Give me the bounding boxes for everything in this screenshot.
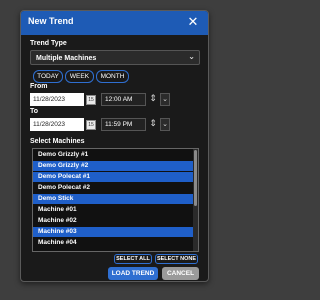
from-time-input[interactable]: 12:00 AM — [101, 93, 146, 106]
list-item[interactable]: Demo Grizzly #1 — [33, 150, 193, 160]
list-item[interactable]: Demo Polecat #1 — [33, 172, 193, 182]
load-trend-button[interactable]: LOAD TREND — [108, 267, 158, 280]
scrollbar-thumb[interactable] — [194, 150, 197, 206]
month-button[interactable]: MONTH — [96, 70, 129, 83]
trend-type-label: Trend Type — [30, 40, 67, 47]
calendar-icon[interactable]: 15 — [86, 95, 96, 105]
select-all-button[interactable]: SELECT ALL — [114, 254, 152, 264]
from-date-input[interactable]: 11/28/2023 — [30, 93, 84, 106]
select-machines-label: Select Machines — [30, 138, 85, 145]
trend-type-value: Multiple Machines — [36, 55, 97, 62]
to-time-input[interactable]: 11:59 PM — [101, 118, 146, 131]
to-time-spinner-icon[interactable]: ⇕ — [148, 118, 158, 131]
machines-listbox[interactable]: Demo Grizzly #1 Demo Grizzly #2 Demo Pol… — [32, 148, 199, 252]
from-time-dropdown-icon[interactable]: ⌄ — [160, 93, 170, 106]
new-trend-dialog: New Trend ✕ Trend Type Multiple Machines… — [20, 10, 209, 282]
to-date-input[interactable]: 11/28/2023 — [30, 118, 84, 131]
from-label: From — [30, 83, 48, 90]
list-item[interactable]: Demo Stick — [33, 194, 193, 204]
list-item[interactable]: Machine #02 — [33, 216, 193, 226]
close-icon[interactable]: ✕ — [186, 15, 200, 29]
cancel-button[interactable]: CANCEL — [162, 267, 199, 280]
to-time-dropdown-icon[interactable]: ⌄ — [160, 118, 170, 131]
select-none-button[interactable]: SELECT NONE — [155, 254, 198, 264]
week-button[interactable]: WEEK — [65, 70, 94, 83]
chevron-down-icon: ⌄ — [188, 52, 195, 61]
list-item[interactable]: Machine #01 — [33, 205, 193, 215]
calendar-icon[interactable]: 15 — [86, 120, 96, 130]
list-item[interactable]: Demo Polecat #2 — [33, 183, 193, 193]
to-label: To — [30, 108, 39, 115]
dialog-title: New Trend — [28, 16, 74, 26]
list-item[interactable]: Machine #03 — [33, 227, 193, 237]
list-item[interactable]: Demo Grizzly #2 — [33, 161, 193, 171]
today-button[interactable]: TODAY — [33, 70, 63, 83]
from-time-spinner-icon[interactable]: ⇕ — [148, 93, 158, 106]
dialog-titlebar: New Trend ✕ — [21, 11, 208, 35]
trend-type-select[interactable]: Multiple Machines ⌄ — [30, 50, 200, 65]
listbox-scrollbar[interactable] — [193, 149, 198, 251]
list-item[interactable]: Machine #04 — [33, 238, 193, 248]
